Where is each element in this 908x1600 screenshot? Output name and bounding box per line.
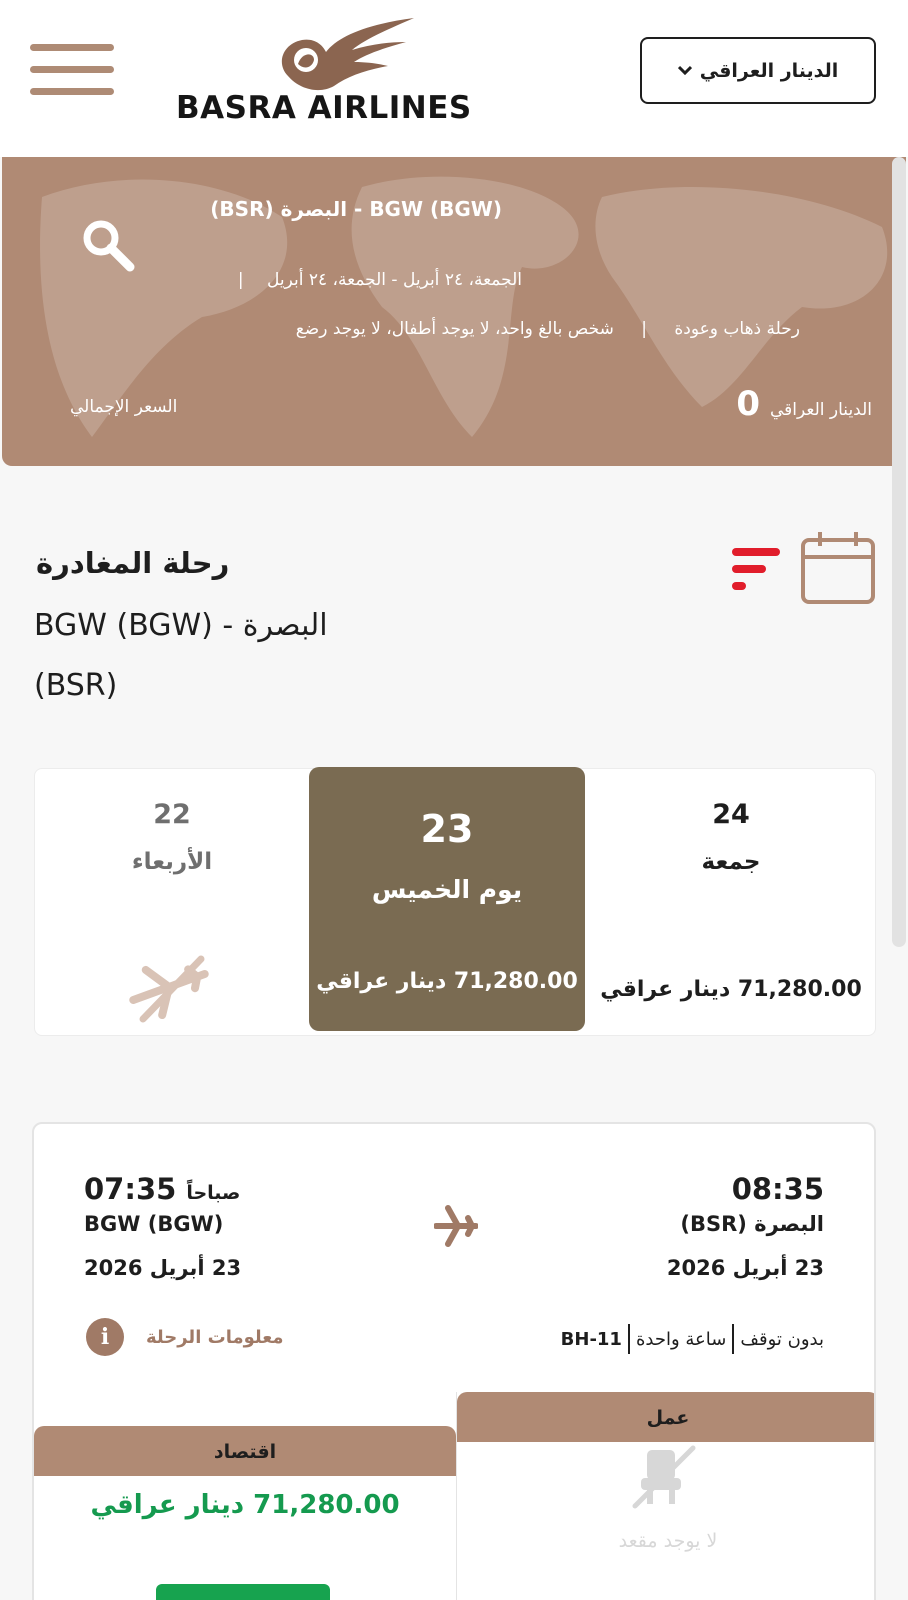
date-option-selected[interactable]: 23 يوم الخميس 71,280.00 دينار عراقي	[309, 767, 585, 1031]
departure-title: رحلة المغادرة	[36, 546, 230, 580]
date-number: 24	[712, 799, 750, 830]
arrival-date: 23 أبريل 2026	[84, 1256, 242, 1280]
business-fare-status: لا يوجد مقعد	[618, 1530, 718, 1552]
summary-dates-row: الجمعة، ٢٤ أبريل - الجمعة، ٢٤ أبريل |	[238, 270, 522, 290]
flight-info-label: معلومات الرحلة	[146, 1326, 284, 1348]
date-day: جمعة	[701, 849, 761, 875]
flight-code: BH-11	[560, 1328, 622, 1350]
summary-route: BGW (BGW) - البصرة (BSR)	[210, 197, 502, 221]
menu-icon[interactable]	[30, 44, 114, 98]
departure-date: 23 أبريل 2026	[666, 1256, 824, 1280]
no-seat-icon	[632, 1445, 696, 1509]
arrival-time-row: صباحاً 07:35	[84, 1172, 240, 1206]
economy-fare-header: اقتصاد	[34, 1426, 456, 1476]
date-number: 23	[420, 807, 474, 851]
brand-name: BASRA AIRLINES	[176, 90, 472, 126]
flight-meta: بدون توقف ساعة واحدة BH-11	[561, 1324, 824, 1354]
date-selector: 22 الأربعاء 23 يوم الخميس 71,280.00 دينا…	[34, 767, 877, 1037]
date-day: الأربعاء	[131, 849, 213, 875]
filter-icon[interactable]	[730, 544, 782, 594]
flight-duration: ساعة واحدة	[635, 1328, 727, 1350]
info-icon: i	[86, 1318, 124, 1356]
logo-bird-mark	[281, 18, 414, 91]
flight-stops: بدون توقف	[740, 1328, 824, 1350]
currency-select[interactable]: الدينار العراقي	[640, 37, 876, 104]
summary-currency: الدينار العراقي	[770, 400, 872, 420]
currency-select-label: الدينار العراقي	[699, 59, 839, 82]
search-summary-banner: BGW (BGW) - البصرة (BSR) الجمعة، ٢٤ أبري…	[2, 157, 906, 466]
separator: |	[641, 319, 647, 339]
date-day: يوم الخميس	[371, 875, 523, 904]
arrival-time: 07:35	[84, 1172, 177, 1206]
summary-total-label: السعر الإجمالي	[70, 397, 178, 417]
arrival-ampm: صباحاً	[186, 1182, 241, 1204]
departure-time: 08:35	[731, 1172, 824, 1206]
search-icon[interactable]	[78, 215, 138, 275]
date-option[interactable]: 22 الأربعاء	[35, 769, 309, 1037]
summary-passengers: شخص بالغ واحد، لا يوجد أطفال، لا يوجد رض…	[295, 319, 614, 339]
summary-total-price: الدينار العراقي 0	[736, 384, 872, 424]
no-flights-plane-icon	[129, 955, 209, 1023]
arrival-city: BGW (BGW)	[84, 1212, 224, 1236]
calendar-icon[interactable]	[800, 530, 876, 606]
date-option[interactable]: 24 جمعة 71,280.00 دينار عراقي	[585, 769, 877, 1037]
business-fare-header: عمل	[457, 1392, 874, 1442]
select-economy-button[interactable]	[156, 1584, 330, 1600]
scrollbar[interactable]	[892, 157, 906, 947]
separator: |	[237, 270, 244, 290]
separator	[732, 1324, 735, 1354]
flight-card: 08:35 البصرة (BSR) 23 أبريل 2026 صباحاً …	[32, 1122, 876, 1600]
chevron-down-icon	[677, 63, 692, 79]
departure-city: البصرة (BSR)	[680, 1212, 824, 1236]
departure-route-line2: (BSR)	[34, 668, 118, 703]
business-fare: عمل لا يوجد مقعد	[456, 1392, 874, 1600]
app-header: BASRA AIRLINES الدينار العراقي	[0, 0, 908, 157]
plane-icon	[434, 1205, 478, 1247]
summary-trip-type: رحلة ذهاب وعودة	[674, 319, 800, 339]
departure-route-line1: BGW (BGW) - البصرة	[34, 608, 328, 643]
date-price: 71,280.00 دينار عراقي	[316, 969, 578, 994]
summary-total-amount: 0	[736, 384, 761, 424]
separator	[627, 1324, 630, 1354]
flight-info-link[interactable]: i معلومات الرحلة	[86, 1318, 284, 1356]
economy-fare[interactable]: اقتصاد 71,280.00 دينار عراقي	[34, 1426, 456, 1600]
brand-logo[interactable]: BASRA AIRLINES	[176, 16, 506, 128]
summary-dates: الجمعة، ٢٤ أبريل - الجمعة، ٢٤ أبريل	[266, 270, 522, 290]
summary-info-row: رحلة ذهاب وعودة | شخص بالغ واحد، لا يوجد…	[296, 319, 800, 339]
date-price: 71,280.00 دينار عراقي	[600, 977, 862, 1002]
date-number: 22	[153, 799, 191, 830]
economy-fare-price: 71,280.00 دينار عراقي	[90, 1490, 400, 1520]
